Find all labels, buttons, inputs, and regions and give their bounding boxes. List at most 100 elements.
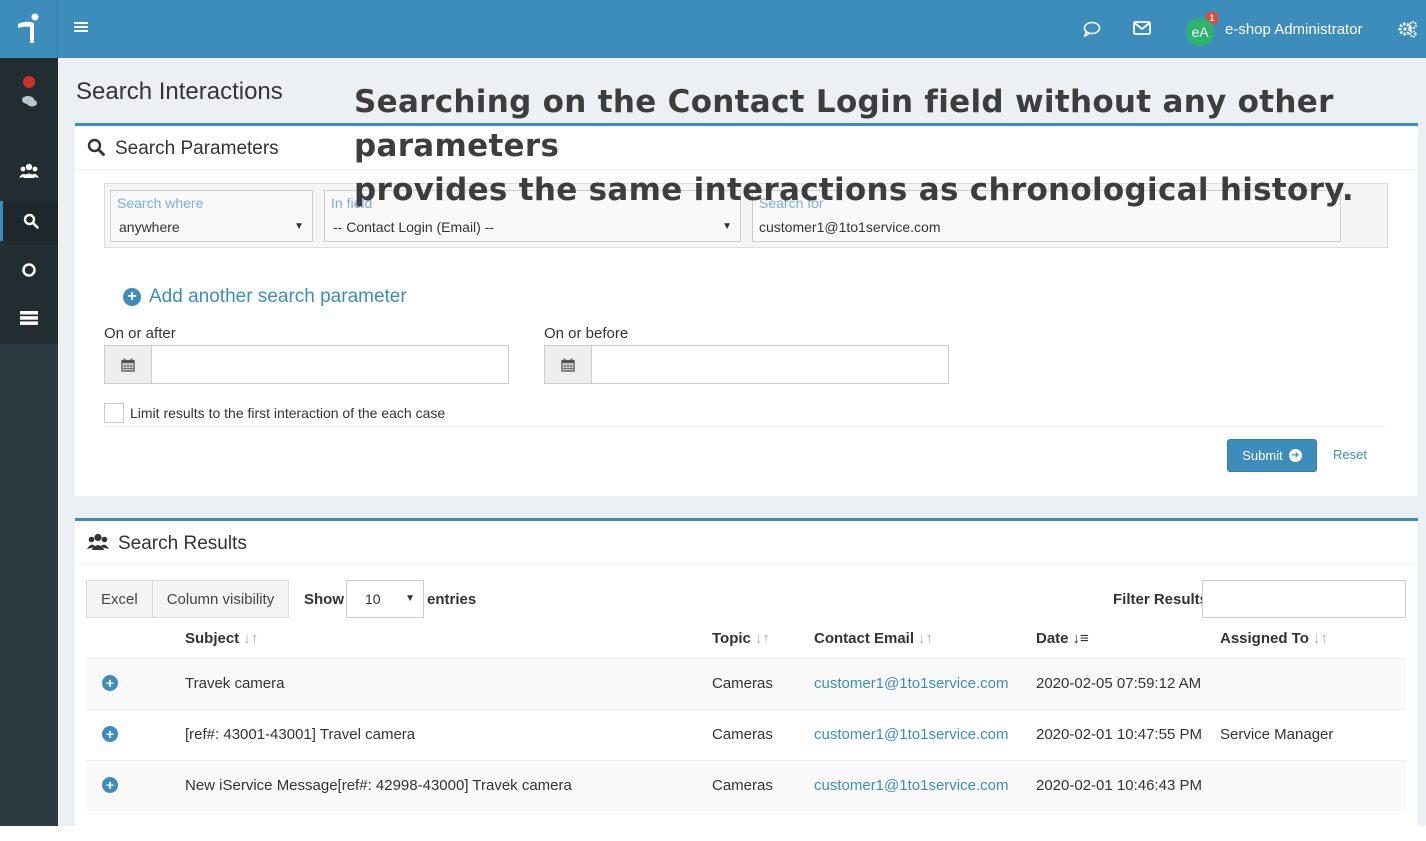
contact-email-column-header[interactable]: Contact Email ↓↑ (814, 620, 1036, 659)
search-where-select[interactable]: Search where anywhere ▼ (110, 190, 313, 242)
topic-header-label: Topic (712, 630, 751, 648)
contact-email-link[interactable]: customer1@1to1service.com (814, 777, 1008, 794)
contact-email-link[interactable]: customer1@1to1service.com (814, 726, 1008, 743)
user-name[interactable]: e-shop Administrator (1225, 21, 1363, 38)
sidebar-item-contacts[interactable] (0, 151, 58, 191)
on-or-after-label: On or after (104, 325, 176, 342)
table-row[interactable]: + Travek camera Cameras customer1@1to1se… (86, 657, 1406, 709)
table-header-row: Subject ↓↑ Topic ↓↑ Contact Email ↓↑ Date ↓≡… (86, 620, 1406, 659)
table-row[interactable]: + [ref#: 43001-43001] Travel camera Came… (86, 708, 1406, 760)
subject-column-header[interactable]: Subject ↓↑ (185, 620, 712, 659)
column-visibility-button[interactable]: Column visibility (152, 580, 290, 618)
submit-button[interactable]: Submit ➜ (1227, 439, 1317, 472)
excel-button[interactable]: Excel (86, 580, 153, 618)
messages-button[interactable] (1133, 20, 1151, 41)
contact-email-link[interactable]: customer1@1to1service.com (814, 675, 1008, 692)
reset-link[interactable]: Reset (1333, 447, 1367, 462)
assigned-to-cell (1220, 657, 1406, 709)
top-navbar: 1 eA e-shop Administrator (58, 0, 1426, 58)
topic-column-header[interactable]: Topic ↓↑ (712, 620, 814, 659)
on-or-before-group (544, 345, 949, 384)
expand-row-icon[interactable]: + (102, 777, 118, 794)
assigned-to-cell: Service Manager (1220, 708, 1406, 760)
calendar-button[interactable] (544, 345, 592, 384)
sort-icon: ↓↑ (754, 630, 770, 648)
avatar[interactable]: eA (1186, 18, 1214, 46)
assigned-to-column-header[interactable]: Assigned To ↓↑ (1220, 620, 1406, 659)
date-cell: 2020-02-01 10:46:43 PM (1036, 759, 1220, 811)
search-where-label: Search where (117, 195, 204, 211)
hamburger-icon (74, 22, 88, 32)
assigned-to-cell (1220, 759, 1406, 811)
annotation-line-2: provides the same interactions as chrono… (354, 172, 1354, 208)
caret-down-icon: ▼ (405, 593, 415, 604)
speech-bubble-icon (1083, 21, 1101, 38)
export-button-group: Excel Column visibility (86, 580, 290, 618)
date-column-header[interactable]: Date ↓≡ (1036, 620, 1220, 659)
gears-icon (1398, 21, 1417, 38)
page-title: Search Interactions (76, 78, 283, 105)
annotation-line-1: Searching on the Contact Login field wit… (354, 84, 1334, 164)
arrow-circle-right-icon: ➜ (1288, 449, 1302, 462)
page-size-select[interactable]: 10 ▼ (346, 580, 424, 618)
topic-cell: Cameras (712, 759, 814, 811)
users-icon (19, 163, 39, 178)
sidebar-item-search[interactable] (0, 201, 58, 241)
search-results-header: Search Results (75, 521, 1418, 565)
add-search-parameter-label: Add another search parameter (149, 286, 407, 307)
chat-button[interactable] (1083, 20, 1101, 43)
menu-toggle-button[interactable] (74, 20, 88, 38)
subject-header-label: Subject (185, 630, 240, 648)
table-row[interactable]: + New iService Message[ref#: 42998-43000… (86, 759, 1406, 811)
divider (104, 426, 1388, 427)
submit-label: Submit (1242, 448, 1283, 463)
expand-row-icon[interactable]: + (102, 726, 118, 742)
add-search-parameter-link[interactable]: + Add another search parameter (123, 286, 407, 308)
calendar-icon (121, 358, 135, 372)
sort-icon: ↓↑ (918, 630, 934, 648)
filter-results-input[interactable] (1202, 580, 1406, 618)
page-size-value: 10 (365, 591, 381, 607)
expand-row-icon[interactable]: + (102, 675, 118, 691)
torn-edge (0, 826, 1426, 841)
date-cell: 2020-02-05 07:59:12 AM (1036, 657, 1220, 709)
in-field-value: -- Contact Login (Email) -- (333, 219, 495, 235)
limit-first-interaction-row: Limit results to the first interaction o… (104, 403, 445, 423)
entries-label: entries (427, 591, 477, 608)
calendar-button[interactable] (104, 345, 152, 384)
chat-status-icon (22, 76, 37, 107)
caret-down-icon: ▼ (294, 221, 304, 232)
topic-cell: Cameras (712, 708, 814, 760)
sort-icon: ↓↑ (243, 630, 259, 648)
search-where-value: anywhere (119, 219, 180, 235)
sidebar-empty-area (0, 344, 58, 841)
on-or-after-input[interactable] (152, 345, 509, 384)
expand-column-header (86, 620, 185, 659)
sidebar-item-list[interactable] (0, 298, 58, 338)
app-logo[interactable] (0, 0, 58, 58)
assigned-to-header-label: Assigned To (1220, 630, 1309, 648)
on-or-before-label: On or before (544, 325, 629, 342)
annotation-callout: Searching on the Contact Login field wit… (354, 80, 1414, 212)
envelope-icon (1133, 21, 1151, 35)
results-table: Subject ↓↑ Topic ↓↑ Contact Email ↓↑ Date ↓≡… (86, 620, 1406, 811)
search-results-title: Search Results (118, 533, 247, 554)
filter-results-label: Filter Results (1113, 591, 1209, 608)
search-parameters-title: Search Parameters (115, 138, 279, 159)
settings-button[interactable] (1398, 20, 1418, 43)
search-icon (87, 138, 105, 161)
limit-first-interaction-label: Limit results to the first interaction o… (130, 405, 446, 421)
topic-cell: Cameras (712, 657, 814, 709)
sidebar-item-chat[interactable] (0, 72, 58, 112)
search-for-value[interactable]: customer1@1to1service.com (759, 219, 941, 235)
on-or-after-group (104, 345, 509, 384)
sidebar-item-status[interactable] (0, 250, 58, 290)
subject-cell: [ref#: 43001-43001] Travel camera (185, 708, 712, 760)
limit-first-interaction-checkbox[interactable] (104, 403, 124, 423)
users-icon (87, 533, 109, 556)
on-or-before-input[interactable] (592, 345, 949, 384)
date-header-label: Date (1036, 630, 1069, 648)
search-results-box: Search Results Excel Column visibility S… (75, 518, 1418, 841)
circle-icon (22, 263, 36, 277)
calendar-icon (561, 358, 575, 372)
